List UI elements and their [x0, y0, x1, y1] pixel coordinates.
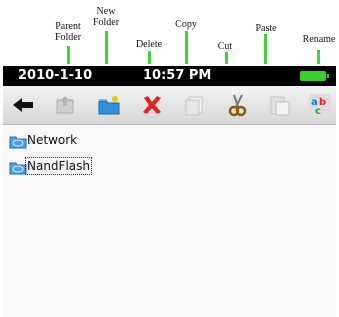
copy-button[interactable] — [183, 93, 207, 117]
list-item-label: Network — [27, 133, 78, 147]
status-date: 2010-1-10 — [18, 68, 93, 83]
paste-button[interactable] — [268, 93, 292, 117]
rename-button[interactable]: a b c — [308, 93, 332, 117]
new-folder-button[interactable] — [97, 93, 121, 117]
parent-folder-pointer — [67, 46, 70, 64]
status-bar: 2010-1-10 10:57 PM — [3, 66, 336, 86]
paste-icon — [270, 96, 290, 116]
rename-callout: Rename — [302, 34, 336, 45]
status-time: 10:57 PM — [143, 68, 212, 83]
paste-callout: Paste — [255, 23, 277, 34]
paste-pointer — [264, 34, 267, 64]
copy-pointer — [185, 31, 188, 64]
svg-text:c: c — [315, 106, 321, 117]
delete-callout: Delete — [135, 39, 163, 50]
toolbar: a b c — [3, 86, 336, 125]
new-folder-icon — [98, 96, 120, 115]
new-folder-callout: New Folder — [92, 6, 120, 28]
back-button[interactable] — [11, 93, 35, 117]
parent-folder-button[interactable] — [53, 93, 77, 117]
cut-button[interactable] — [225, 93, 249, 117]
file-list: Network NandFlash — [3, 125, 336, 317]
delete-pointer — [148, 51, 151, 64]
storage-folder-icon — [9, 162, 27, 175]
delete-x-icon — [143, 96, 161, 114]
battery-icon — [300, 71, 329, 81]
scissors-icon — [228, 94, 247, 117]
list-item-label: NandFlash — [25, 157, 92, 175]
network-folder-icon — [9, 136, 27, 149]
rename-abc-icon: a b c — [309, 94, 331, 117]
parent-folder-icon — [56, 96, 74, 114]
copy-icon — [185, 96, 203, 116]
new-folder-pointer — [105, 31, 108, 64]
cut-pointer — [225, 52, 228, 64]
back-arrow-icon — [13, 98, 33, 112]
parent-folder-callout: Parent Folder — [54, 21, 82, 43]
copy-callout: Copy — [175, 19, 197, 30]
rename-pointer — [317, 50, 320, 64]
cut-callout: Cut — [217, 41, 233, 52]
delete-button[interactable] — [140, 93, 164, 117]
